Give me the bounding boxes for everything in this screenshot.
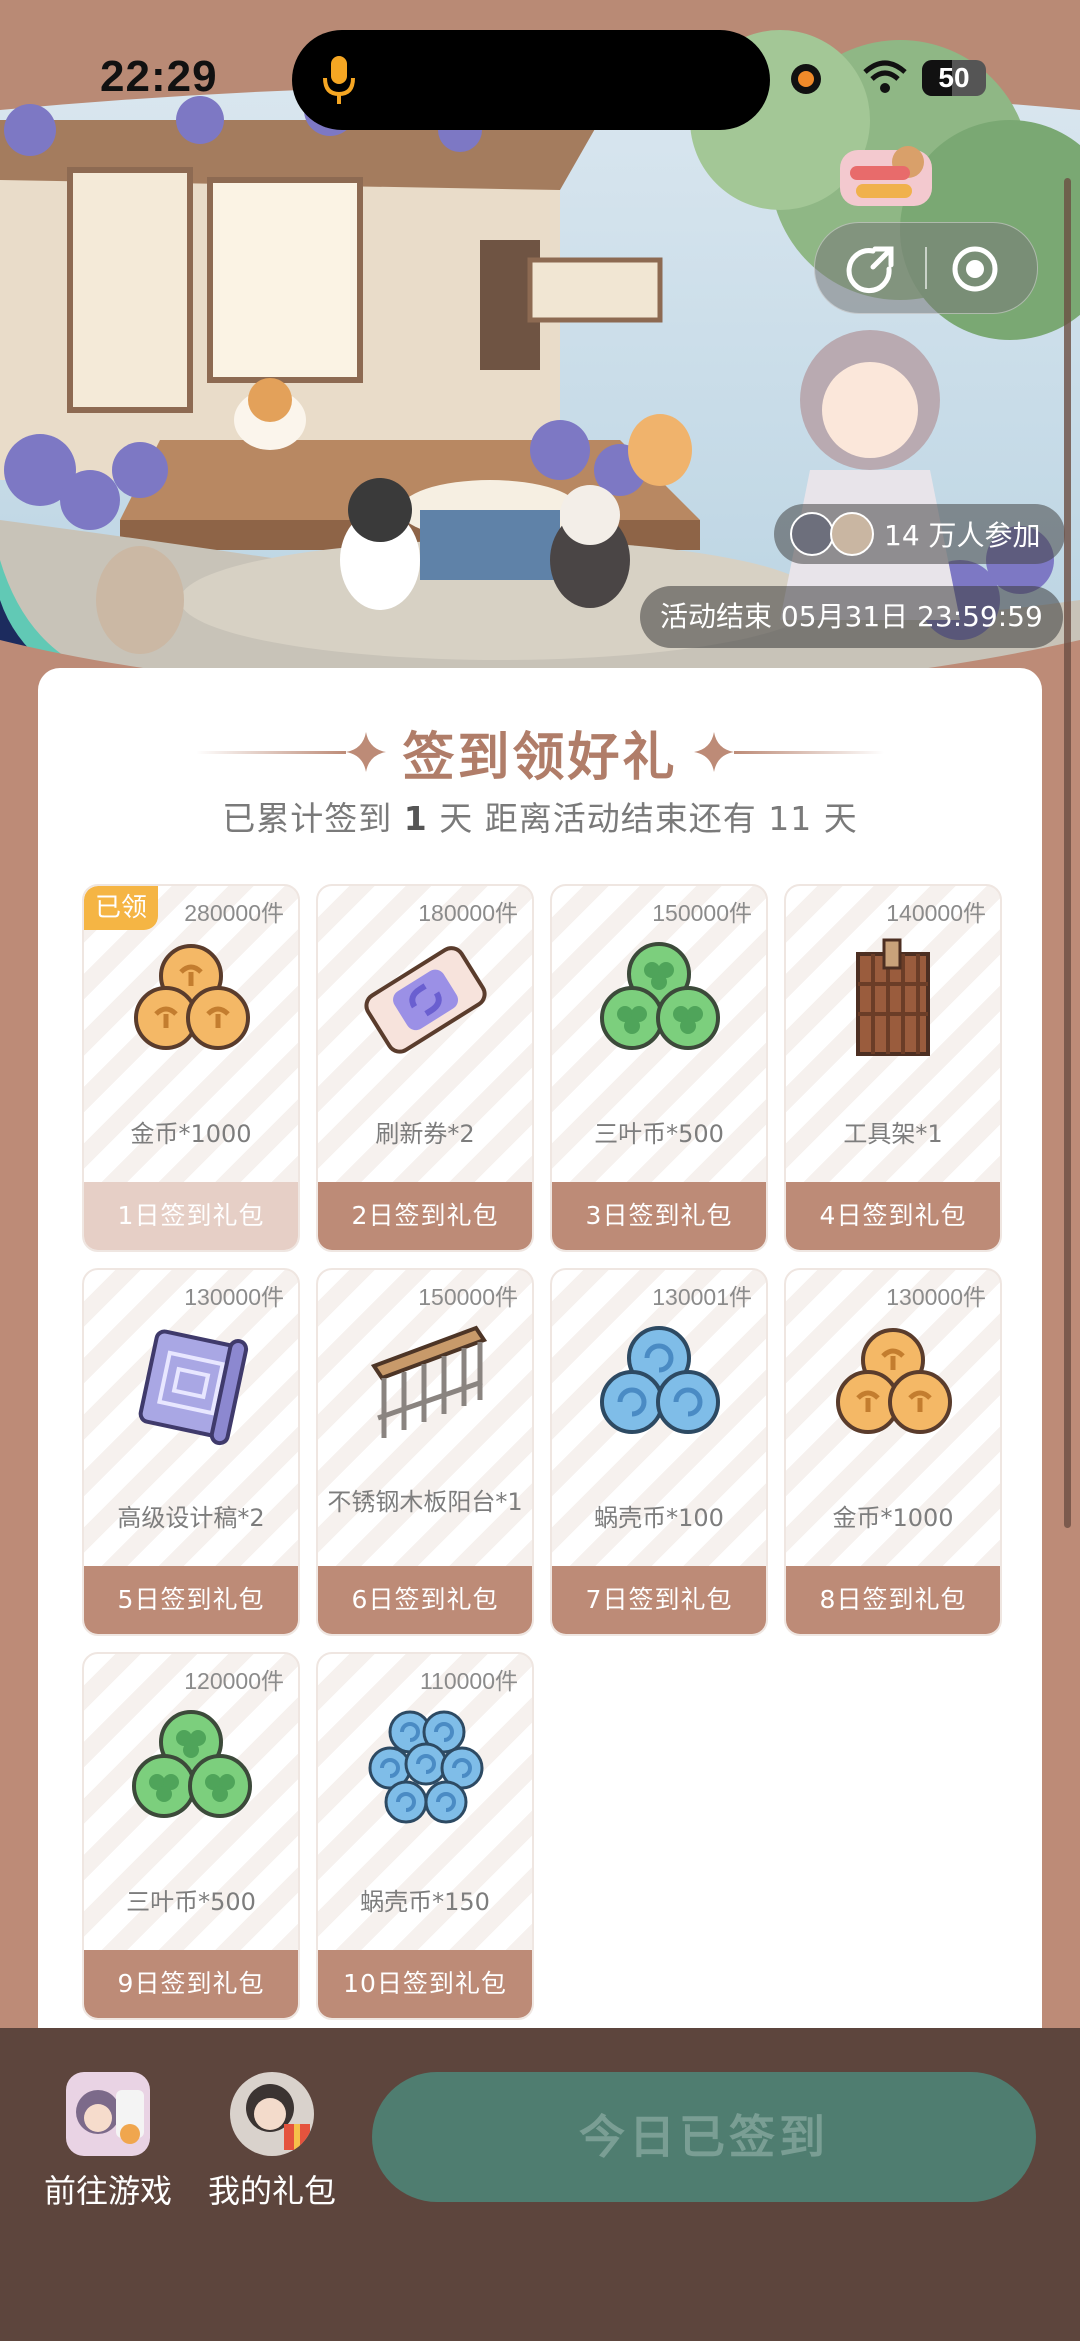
sign-in-card: 签到领好礼 已累计签到 1 天 距离活动结束还有 11 天 已领 280000件…	[38, 668, 1042, 2058]
participant-avatar	[790, 512, 834, 556]
clover-coin-icon	[132, 1710, 252, 1818]
reward-name: 不锈钢木板阳台*1	[327, 1488, 523, 1516]
card-title: 签到领好礼	[402, 727, 678, 788]
go-to-game-button[interactable]: 前往游戏	[28, 2072, 188, 2212]
recording-indicator-icon	[791, 64, 821, 94]
reward-card-day-1[interactable]: 已领 280000件 金币*1000 1日签到礼包	[82, 884, 300, 1252]
share-icon[interactable]	[845, 243, 897, 295]
reward-name: 金币*1000	[130, 1120, 252, 1148]
reward-name: 刷新券*2	[375, 1120, 475, 1148]
go-to-game-label: 前往游戏	[43, 2172, 172, 2210]
sign-in-progress: 已累计签到 1 天 距离活动结束还有 11 天	[222, 799, 858, 838]
game-logo	[836, 140, 936, 212]
dynamic-island	[292, 30, 770, 130]
card-title-row: 签到领好礼	[38, 712, 1042, 792]
gift-pack-label: 5日签到礼包	[84, 1566, 298, 1634]
claimed-badge: 已领	[84, 886, 158, 930]
participants-count: 14 万人参加	[884, 519, 1041, 552]
reward-card-day-8[interactable]: 130000件 金币*1000 8日签到礼包	[784, 1268, 1002, 1636]
my-gifts-label: 我的礼包	[207, 2172, 336, 2210]
mini-program-capsule	[814, 222, 1038, 314]
reward-card-day-9[interactable]: 120000件 三叶币*500 9日签到礼包	[82, 1652, 300, 2020]
gift-pack-label: 4日签到礼包	[786, 1182, 1000, 1250]
gift-pack-label: 10日签到礼包	[318, 1950, 532, 2018]
title-divider-right	[733, 750, 884, 754]
reward-name: 蜗壳币*100	[594, 1504, 724, 1532]
reward-card-day-10[interactable]: 110000件 蜗壳币*150 10日签到礼包	[316, 1652, 534, 2020]
microphone-icon	[323, 56, 355, 104]
stock-count: 150000件	[652, 900, 752, 926]
shell-coin-pile-icon	[368, 1710, 484, 1824]
gift-pack-label: 1日签到礼包	[84, 1182, 298, 1250]
stock-count: 120000件	[184, 1668, 284, 1694]
blueprint-icon	[138, 1329, 249, 1446]
bottom-action-bar: 前往游戏 我的礼包 今日已签到	[0, 2028, 1080, 2341]
stock-count: 140000件	[886, 900, 986, 926]
tool-rack-icon	[856, 938, 930, 1056]
stock-count: 130000件	[886, 1284, 986, 1310]
stock-count: 130000件	[184, 1284, 284, 1310]
reward-card-day-2[interactable]: 180000件 刷新券*2 2日签到礼包	[316, 884, 534, 1252]
gift-pack-label: 9日签到礼包	[84, 1950, 298, 2018]
reward-name: 三叶币*500	[594, 1120, 724, 1148]
shell-coin-icon	[600, 1326, 720, 1434]
title-divider-left	[196, 750, 347, 754]
hero-banner: 22:29 50 14 万人参加 活动结束 05月31日 23:59:59	[0, 0, 1080, 700]
game-avatar-icon	[66, 2072, 150, 2156]
reward-name: 金币*1000	[832, 1504, 954, 1532]
user-avatar-icon	[230, 2072, 314, 2156]
sparkle-icon	[693, 732, 734, 772]
days-signed: 1	[403, 799, 428, 838]
refresh-ticket-icon	[364, 946, 487, 1054]
page-scrollbar[interactable]	[1064, 178, 1071, 1528]
my-gifts-button[interactable]: 我的礼包	[192, 2072, 352, 2212]
stock-count: 130001件	[652, 1284, 752, 1310]
reward-name: 蜗壳币*150	[360, 1888, 490, 1916]
stock-count: 280000件	[184, 900, 284, 926]
signed-today-button[interactable]: 今日已签到	[372, 2072, 1036, 2202]
participants-pill: 14 万人参加	[774, 504, 1065, 564]
reward-card-day-5[interactable]: 130000件 高级设计稿*2 5日签到礼包	[82, 1268, 300, 1636]
status-time: 22:29	[100, 52, 218, 101]
gold-coin-icon	[836, 1328, 952, 1434]
reward-name: 工具架*1	[843, 1120, 943, 1148]
wifi-icon	[863, 60, 907, 93]
reward-name: 三叶币*500	[126, 1888, 256, 1916]
reward-card-day-7[interactable]: 130001件 蜗壳币*100 7日签到礼包	[550, 1268, 768, 1636]
sparkle-icon	[346, 732, 387, 772]
close-target-icon[interactable]	[949, 243, 1001, 295]
clover-coin-icon	[600, 942, 720, 1050]
stock-count: 150000件	[418, 1284, 518, 1310]
reward-card-day-3[interactable]: 150000件 三叶币*500 3日签到礼包	[550, 884, 768, 1252]
battery-icon: 50	[922, 60, 986, 96]
gift-pack-label: 3日签到礼包	[552, 1182, 766, 1250]
activity-end-time: 活动结束 05月31日 23:59:59	[640, 586, 1063, 648]
participant-avatar	[830, 512, 874, 556]
stock-count: 180000件	[418, 900, 518, 926]
gift-pack-label: 6日签到礼包	[318, 1566, 532, 1634]
reward-card-day-6[interactable]: 150000件 不锈钢木板阳台*1 6日签到礼包	[316, 1268, 534, 1636]
gift-pack-label: 2日签到礼包	[318, 1182, 532, 1250]
reward-name: 高级设计稿*2	[117, 1504, 265, 1532]
gift-pack-label: 8日签到礼包	[786, 1566, 1000, 1634]
balcony-icon	[370, 1325, 488, 1438]
gift-pack-label: 7日签到礼包	[552, 1566, 766, 1634]
reward-card-day-4[interactable]: 140000件 工具架*1 4日签到礼包	[784, 884, 1002, 1252]
gold-coin-icon	[134, 944, 250, 1050]
stock-count: 110000件	[419, 1668, 518, 1694]
